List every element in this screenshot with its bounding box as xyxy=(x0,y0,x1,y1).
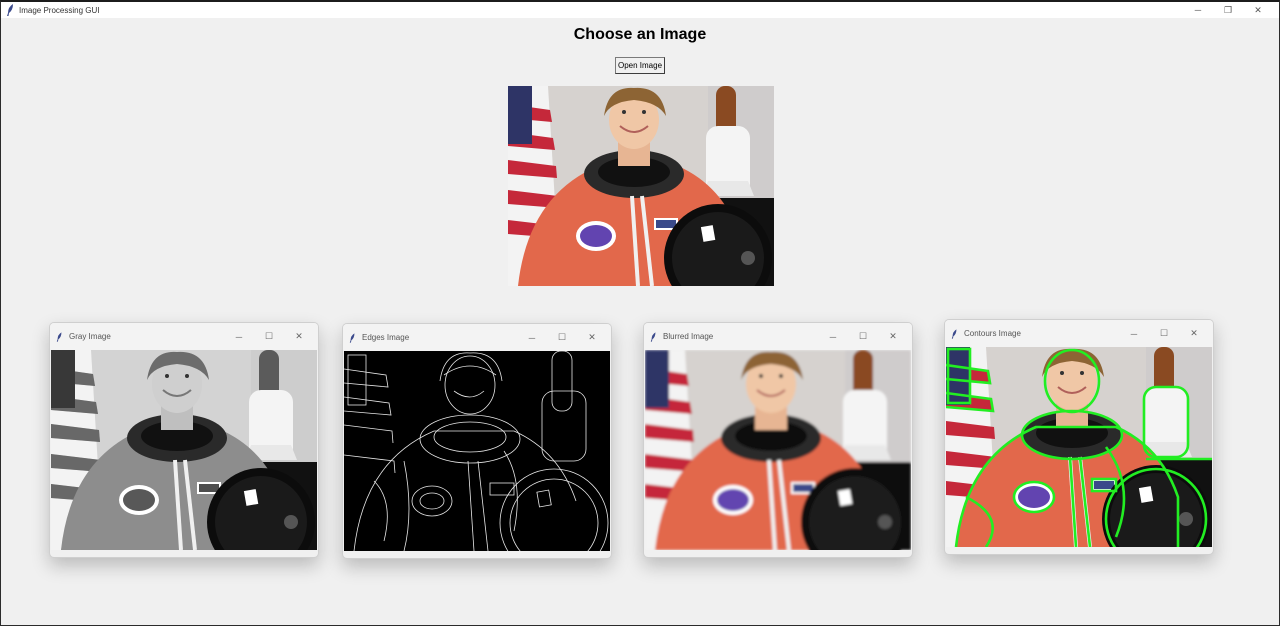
edges-window-title: Edges Image xyxy=(362,333,410,342)
minimize-button[interactable]: ─ xyxy=(1183,2,1213,18)
close-button[interactable]: ✕ xyxy=(284,331,314,342)
feather-icon xyxy=(56,331,62,342)
gray-image xyxy=(51,350,317,550)
close-button[interactable]: ✕ xyxy=(1243,2,1273,18)
gray-window-title-bar[interactable]: Gray Image ─ ☐ ✕ xyxy=(50,323,318,350)
gray-window-title: Gray Image xyxy=(69,332,111,341)
blurred-window-title-bar[interactable]: Blurred Image ─ ☐ ✕ xyxy=(644,323,912,350)
gray-image-window[interactable]: Gray Image ─ ☐ ✕ xyxy=(49,322,319,558)
blurred-image xyxy=(645,350,911,550)
edges-image-window[interactable]: Edges Image ─ ☐ ✕ xyxy=(342,323,612,559)
maximize-button[interactable]: ❐ xyxy=(1213,2,1243,18)
maximize-button[interactable]: ☐ xyxy=(848,331,878,342)
contours-window-title-bar[interactable]: Contours Image ─ ☐ ✕ xyxy=(945,320,1213,347)
edges-window-title-bar[interactable]: Edges Image ─ ☐ ✕ xyxy=(343,324,611,351)
feather-icon xyxy=(7,4,13,16)
page-heading: Choose an Image xyxy=(573,26,707,43)
edges-image xyxy=(344,351,610,551)
app-title: Image Processing GUI xyxy=(19,5,100,15)
close-button[interactable]: ✕ xyxy=(577,332,607,343)
blurred-image-window[interactable]: Blurred Image ─ ☐ ✕ xyxy=(643,322,913,558)
feather-icon xyxy=(951,328,957,339)
minimize-button[interactable]: ─ xyxy=(224,332,254,342)
contours-image xyxy=(946,347,1212,547)
title-bar: Image Processing GUI ─ ❐ ✕ xyxy=(1,2,1279,18)
contours-image-window[interactable]: Contours Image ─ ☐ ✕ xyxy=(944,319,1214,555)
minimize-button[interactable]: ─ xyxy=(517,333,547,343)
maximize-button[interactable]: ☐ xyxy=(547,332,577,343)
feather-icon xyxy=(349,332,355,343)
minimize-button[interactable]: ─ xyxy=(1119,329,1149,339)
feather-icon xyxy=(650,331,656,342)
maximize-button[interactable]: ☐ xyxy=(254,331,284,342)
maximize-button[interactable]: ☐ xyxy=(1149,328,1179,339)
close-button[interactable]: ✕ xyxy=(878,331,908,342)
blurred-window-title: Blurred Image xyxy=(663,332,714,341)
contours-window-title: Contours Image xyxy=(964,329,1021,338)
original-image xyxy=(508,86,774,286)
minimize-button[interactable]: ─ xyxy=(818,332,848,342)
close-button[interactable]: ✕ xyxy=(1179,328,1209,339)
open-image-button[interactable]: Open Image xyxy=(615,57,665,74)
